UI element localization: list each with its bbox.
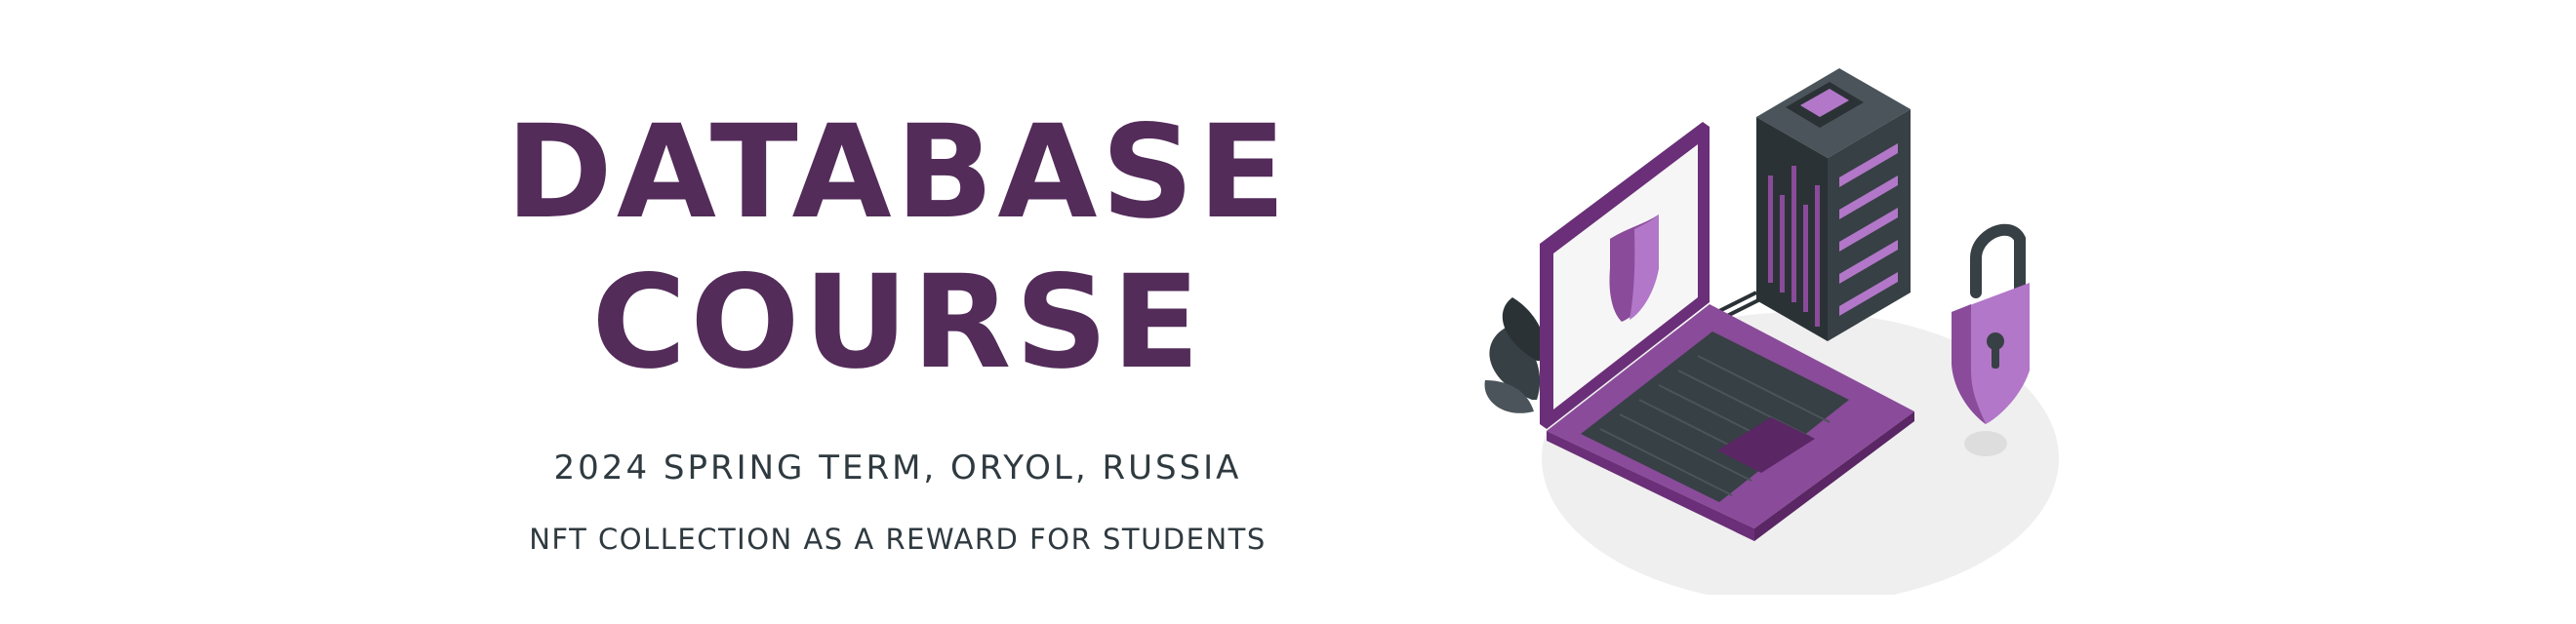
plant-icon: [1484, 297, 1546, 413]
banner-text: DATABASE COURSE 2024 SPRING TERM, ORYOL,…: [390, 98, 1405, 556]
course-title: DATABASE COURSE: [390, 98, 1405, 398]
server-rack-icon: [1756, 68, 1911, 341]
course-banner: DATABASE COURSE 2024 SPRING TERM, ORYOL,…: [0, 0, 2576, 624]
title-line-2: COURSE: [591, 248, 1204, 398]
term-subtitle: 2024 SPRING TERM, ORYOL, RUSSIA: [553, 448, 1242, 488]
title-line-1: DATABASE: [505, 98, 1290, 248]
reward-tagline: NFT COLLECTION AS A REWARD FOR STUDENTS: [529, 523, 1267, 556]
database-security-illustration: [1484, 68, 2059, 595]
